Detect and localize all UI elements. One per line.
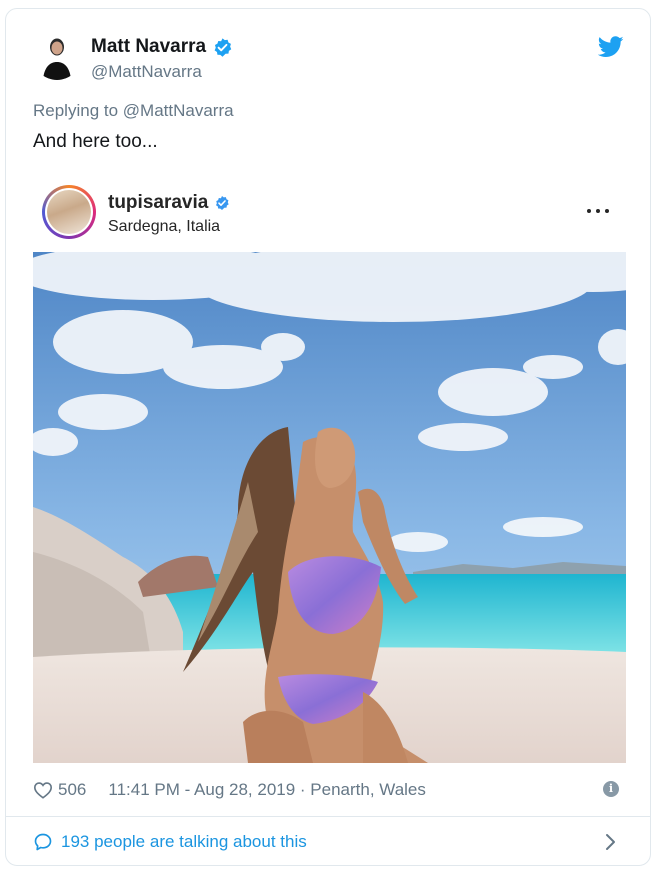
like-count: 506 (58, 780, 87, 799)
tweet-text: And here too... (33, 131, 158, 152)
tweet-timestamp[interactable]: 11:41 PM - Aug 28, 2019 · Penarth, Wales (108, 780, 426, 800)
twitter-bird-icon[interactable] (598, 36, 624, 58)
chat-bubble-icon (34, 833, 52, 851)
footer-divider (6, 816, 650, 817)
instagram-user-row[interactable]: tupisaravia (108, 192, 230, 214)
author-name-row[interactable]: Matt Navarra (91, 36, 233, 58)
author-display-name[interactable]: Matt Navarra (91, 36, 206, 58)
instagram-post-photo[interactable] (33, 252, 626, 763)
conversation-link[interactable]: 193 people are talking about this (33, 830, 625, 854)
verified-badge-icon (216, 196, 229, 210)
beach-photo-illustration (33, 252, 626, 763)
conversation-label[interactable]: 193 people are talking about this (61, 832, 307, 852)
instagram-avatar (45, 188, 93, 236)
instagram-username[interactable]: tupisaravia (108, 192, 208, 214)
info-icon[interactable]: i (603, 781, 619, 797)
more-horizontal-icon[interactable] (585, 204, 611, 218)
replying-to-line: Replying to @MattNavarra (33, 101, 234, 121)
heart-icon (33, 782, 53, 799)
instagram-embed-header: tupisaravia Sardegna, Italia (33, 180, 625, 250)
author-avatar[interactable] (33, 32, 81, 80)
instagram-location[interactable]: Sardegna, Italia (108, 218, 220, 236)
replying-to-handle-link[interactable]: @MattNavarra (123, 101, 234, 120)
replying-to-prefix: Replying to (33, 101, 123, 120)
chevron-right-icon[interactable] (601, 832, 619, 852)
author-handle[interactable]: @MattNavarra (91, 62, 202, 82)
like-button[interactable]: 506 (33, 780, 86, 800)
verified-badge-icon (214, 37, 232, 57)
tweet-footer-meta: 506 11:41 PM - Aug 28, 2019 · Penarth, W… (33, 778, 625, 802)
instagram-story-ring[interactable] (42, 185, 96, 239)
